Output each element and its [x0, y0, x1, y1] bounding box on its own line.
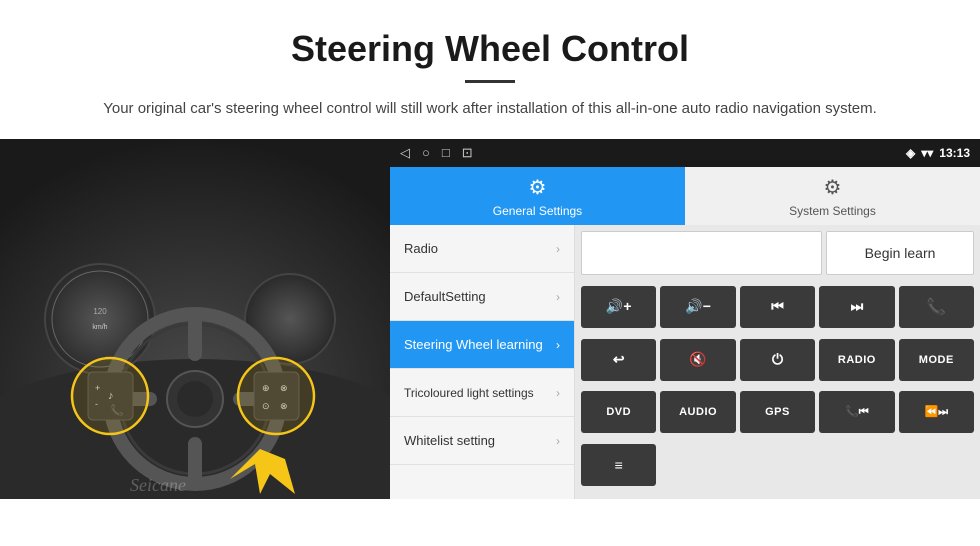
- audio-button[interactable]: AUDIO: [660, 391, 735, 433]
- svg-text:Seicane: Seicane: [130, 475, 186, 495]
- status-bar-info: ◈ ▾▾ 13:13: [906, 146, 970, 160]
- menu-button[interactable]: ≡: [581, 444, 656, 486]
- back-button[interactable]: ↩: [581, 339, 656, 381]
- location-icon: ◈: [906, 146, 915, 160]
- control-buttons-row3: ↩ 🔇 ⏻ RADIO MODE: [581, 339, 974, 388]
- prev-button[interactable]: ⏮: [740, 286, 815, 328]
- mute-button[interactable]: 🔇: [660, 339, 735, 381]
- android-ui: ◁ ○ □ ⊡ ◈ ▾▾ 13:13 ⚙ General Settings: [390, 139, 980, 499]
- system-settings-icon: ⚙: [824, 175, 842, 200]
- home-nav-icon[interactable]: ○: [422, 145, 430, 161]
- radio-input-field[interactable]: [581, 231, 822, 275]
- tab-general-settings[interactable]: ⚙ General Settings: [390, 167, 685, 225]
- settings-radio-label: Radio: [404, 241, 438, 256]
- power-button[interactable]: ⏻: [740, 339, 815, 381]
- settings-item-whitelist[interactable]: Whitelist setting ›: [390, 417, 574, 465]
- settings-item-radio[interactable]: Radio ›: [390, 225, 574, 273]
- settings-steering-label: Steering Wheel learning: [404, 337, 543, 352]
- settings-list: Radio › DefaultSetting › Steering Wheel …: [390, 225, 575, 499]
- page-wrapper: Steering Wheel Control Your original car…: [0, 0, 980, 499]
- tab-bar: ⚙ General Settings ⚙ System Settings: [390, 167, 980, 225]
- ff-prev-button[interactable]: ⏪⏭: [899, 391, 974, 433]
- chevron-icon-whitelist: ›: [556, 434, 560, 448]
- status-bar: ◁ ○ □ ⊡ ◈ ▾▾ 13:13: [390, 139, 980, 167]
- settings-whitelist-label: Whitelist setting: [404, 433, 495, 448]
- mode-button[interactable]: MODE: [899, 339, 974, 381]
- control-buttons-row4: DVD AUDIO GPS 📞⏮ ⏪⏭: [581, 391, 974, 440]
- chevron-icon-steering: ›: [556, 338, 560, 352]
- screenshot-nav-icon[interactable]: ⊡: [462, 145, 473, 161]
- next-button[interactable]: ⏭: [819, 286, 894, 328]
- panel-row1: Begin learn: [581, 231, 974, 275]
- settings-item-tricolour[interactable]: Tricoloured light settings ›: [390, 369, 574, 417]
- content-area: Radio › DefaultSetting › Steering Wheel …: [390, 225, 980, 499]
- header-section: Steering Wheel Control Your original car…: [0, 0, 980, 139]
- settings-item-default[interactable]: DefaultSetting ›: [390, 273, 574, 321]
- settings-item-steering[interactable]: Steering Wheel learning ›: [390, 321, 574, 369]
- vol-down-button[interactable]: 🔊−: [660, 286, 735, 328]
- tab-system-label: System Settings: [789, 204, 876, 218]
- chevron-icon-tricolour: ›: [556, 386, 560, 400]
- right-panel: Begin learn 🔊+ 🔊− ⏮ ⏭ 📞 ↩ 🔇 ⏻: [575, 225, 980, 499]
- page-title: Steering Wheel Control: [60, 28, 920, 70]
- begin-learn-button[interactable]: Begin learn: [826, 231, 974, 275]
- chevron-icon-default: ›: [556, 290, 560, 304]
- signal-icon: ▾▾: [921, 146, 933, 160]
- svg-text:km/h: km/h: [92, 324, 107, 331]
- status-bar-nav: ◁ ○ □ ⊡: [400, 145, 473, 161]
- title-divider: [465, 80, 515, 83]
- call-button[interactable]: 📞: [899, 286, 974, 328]
- chevron-icon-radio: ›: [556, 242, 560, 256]
- dvd-button[interactable]: DVD: [581, 391, 656, 433]
- radio-button[interactable]: RADIO: [819, 339, 894, 381]
- control-buttons-row5: ≡: [581, 444, 974, 493]
- recents-nav-icon[interactable]: □: [442, 145, 450, 161]
- time-display: 13:13: [939, 146, 970, 160]
- back-nav-icon[interactable]: ◁: [400, 145, 410, 161]
- main-content: 120 km/h +: [0, 139, 980, 499]
- page-subtitle: Your original car's steering wheel contr…: [60, 97, 920, 121]
- control-buttons-row2: 🔊+ 🔊− ⏮ ⏭ 📞: [581, 286, 974, 335]
- settings-tricolour-label: Tricoloured light settings: [404, 386, 534, 400]
- svg-text:120: 120: [93, 307, 107, 316]
- tab-general-label: General Settings: [493, 204, 582, 218]
- general-settings-icon: ⚙: [529, 175, 547, 200]
- vol-up-button[interactable]: 🔊+: [581, 286, 656, 328]
- car-image-section: 120 km/h +: [0, 139, 390, 499]
- settings-default-label: DefaultSetting: [404, 289, 486, 304]
- gps-button[interactable]: GPS: [740, 391, 815, 433]
- call-prev-button[interactable]: 📞⏮: [819, 391, 894, 433]
- tab-system-settings[interactable]: ⚙ System Settings: [685, 167, 980, 225]
